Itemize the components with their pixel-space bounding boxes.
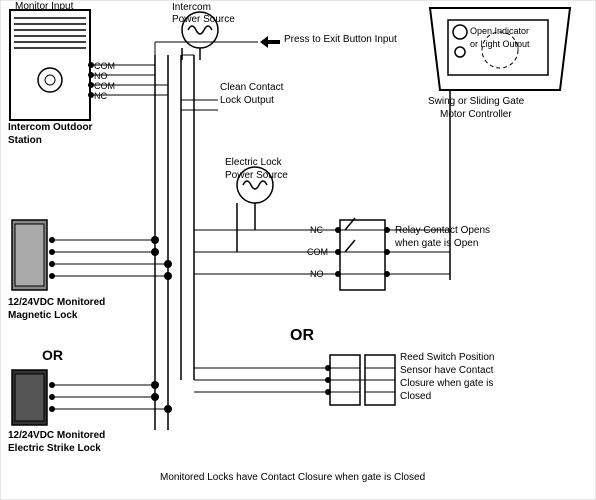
svg-text:COM: COM bbox=[94, 61, 115, 71]
svg-text:Swing or Sliding Gate: Swing or Sliding Gate bbox=[428, 96, 525, 107]
svg-text:Open Indicator: Open Indicator bbox=[470, 26, 529, 36]
svg-text:NO: NO bbox=[94, 71, 108, 81]
svg-text:Station: Station bbox=[8, 135, 42, 146]
svg-text:Intercom Outdoor: Intercom Outdoor bbox=[8, 122, 93, 133]
svg-text:Lock Output: Lock Output bbox=[220, 95, 274, 106]
svg-text:Intercom: Intercom bbox=[172, 2, 211, 13]
svg-text:12/24VDC Monitored: 12/24VDC Monitored bbox=[8, 430, 105, 441]
bottom-note: Monitored Locks have Contact Closure whe… bbox=[160, 472, 425, 483]
svg-text:12/24VDC Monitored: 12/24VDC Monitored bbox=[8, 297, 105, 308]
svg-text:Power Source: Power Source bbox=[172, 14, 235, 25]
svg-text:when gate is Open: when gate is Open bbox=[394, 238, 478, 249]
svg-text:Press to Exit Button Input: Press to Exit Button Input bbox=[284, 34, 397, 45]
wiring-diagram: Monitor Input COM NO COM NC Intercom Out… bbox=[0, 0, 596, 500]
monitor-input-label: Monitor Input bbox=[15, 1, 74, 12]
svg-text:Reed Switch Position: Reed Switch Position bbox=[400, 352, 495, 363]
svg-text:Closure when gate is: Closure when gate is bbox=[400, 378, 493, 389]
svg-text:Electric Lock: Electric Lock bbox=[225, 157, 283, 168]
svg-text:Motor Controller: Motor Controller bbox=[440, 109, 512, 120]
svg-text:or Light Output: or Light Output bbox=[470, 39, 530, 49]
svg-text:Magnetic Lock: Magnetic Lock bbox=[8, 310, 78, 321]
svg-text:Electric Strike Lock: Electric Strike Lock bbox=[8, 443, 101, 454]
svg-text:Sensor have Contact: Sensor have Contact bbox=[400, 365, 494, 376]
svg-text:OR: OR bbox=[42, 347, 63, 363]
svg-text:Power Source: Power Source bbox=[225, 170, 288, 181]
svg-text:NC: NC bbox=[94, 91, 107, 101]
svg-text:Closed: Closed bbox=[400, 391, 431, 402]
svg-text:Clean Contact: Clean Contact bbox=[220, 82, 284, 93]
svg-text:COM: COM bbox=[94, 81, 115, 91]
svg-text:OR: OR bbox=[290, 327, 314, 344]
